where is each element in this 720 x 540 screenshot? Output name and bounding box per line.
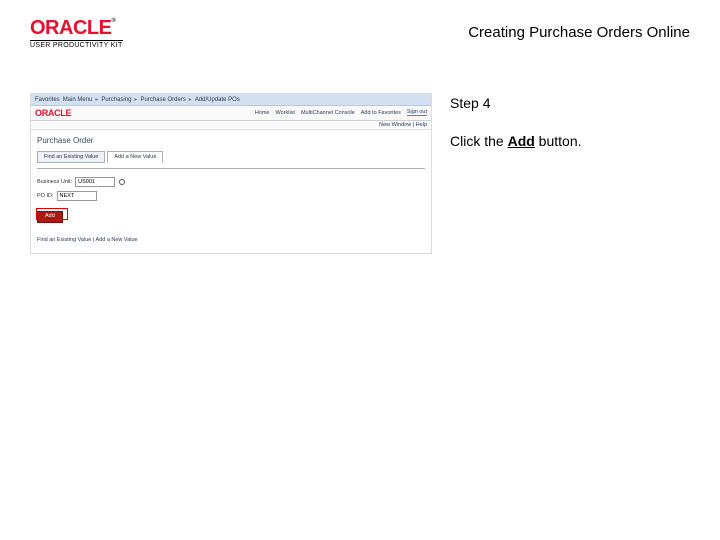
nav-signout[interactable]: Sign out (407, 110, 427, 117)
oracle-logo-text: ORACLE® (30, 18, 123, 38)
form-area: Purchase Order Find an Existing Value Ad… (31, 130, 431, 253)
business-unit-label: Business Unit: (37, 179, 72, 185)
nav-home[interactable]: Home (255, 110, 270, 117)
breadcrumb-item[interactable]: Purchasing (101, 97, 131, 103)
nav-links: Home Worklist MultiChannel Console Add t… (255, 110, 427, 117)
business-unit-row: Business Unit: (37, 177, 425, 187)
tab-find-existing[interactable]: Find an Existing Value (37, 151, 105, 163)
tab-underline (37, 168, 425, 169)
nav-multichannel[interactable]: MultiChannel Console (301, 110, 355, 117)
upk-subtitle: USER PRODUCTIVITY KIT (30, 40, 123, 49)
page-header: ORACLE® USER PRODUCTIVITY KIT Creating P… (0, 0, 720, 57)
tab-row: Find an Existing Value Add a New Value (37, 151, 425, 163)
breadcrumb-item[interactable]: Purchase Orders (140, 97, 185, 103)
step-label: Step 4 (450, 95, 690, 111)
breadcrumb-item[interactable]: Main Menu (63, 97, 93, 103)
oracle-upk-logo: ORACLE® USER PRODUCTIVITY KIT (30, 18, 123, 49)
chevron-right-icon: ▸ (189, 96, 192, 103)
sub-nav-bar[interactable]: New Window | Help (31, 121, 431, 130)
form-title: Purchase Order (37, 136, 425, 145)
nav-worklist[interactable]: Worklist (275, 110, 294, 117)
breadcrumb: Favorites Main Menu ▸ Purchasing ▸ Purch… (31, 94, 431, 106)
search-icon[interactable] (118, 178, 126, 186)
breadcrumb-item[interactable]: Add/Update POs (195, 97, 240, 103)
chevron-right-icon: ▸ (134, 96, 137, 103)
breadcrumb-item[interactable]: Favorites (35, 97, 60, 103)
top-nav-bar: ORACLE Home Worklist MultiChannel Consol… (31, 106, 431, 121)
tab-add-new[interactable]: Add a New Value (107, 151, 163, 163)
nav-add-favorites[interactable]: Add to Favorites (361, 110, 401, 117)
instruction-panel: Step 4 Click the Add button. (450, 93, 690, 254)
application-screenshot: Favorites Main Menu ▸ Purchasing ▸ Purch… (30, 93, 432, 254)
po-id-row: PO ID: (37, 191, 425, 201)
instruction-text: Click the Add button. (450, 133, 690, 149)
chevron-right-icon: ▸ (95, 96, 98, 103)
page-title: Creating Purchase Orders Online (468, 18, 690, 41)
po-id-input[interactable] (57, 191, 97, 201)
add-button[interactable]: Add (37, 211, 63, 223)
business-unit-input[interactable] (75, 177, 115, 187)
oracle-brand-mini: ORACLE (35, 108, 71, 118)
instruction-bold: Add (508, 133, 535, 149)
form-footer-links[interactable]: Find an Existing Value | Add a New Value (37, 237, 425, 243)
po-id-label: PO ID: (37, 193, 54, 199)
